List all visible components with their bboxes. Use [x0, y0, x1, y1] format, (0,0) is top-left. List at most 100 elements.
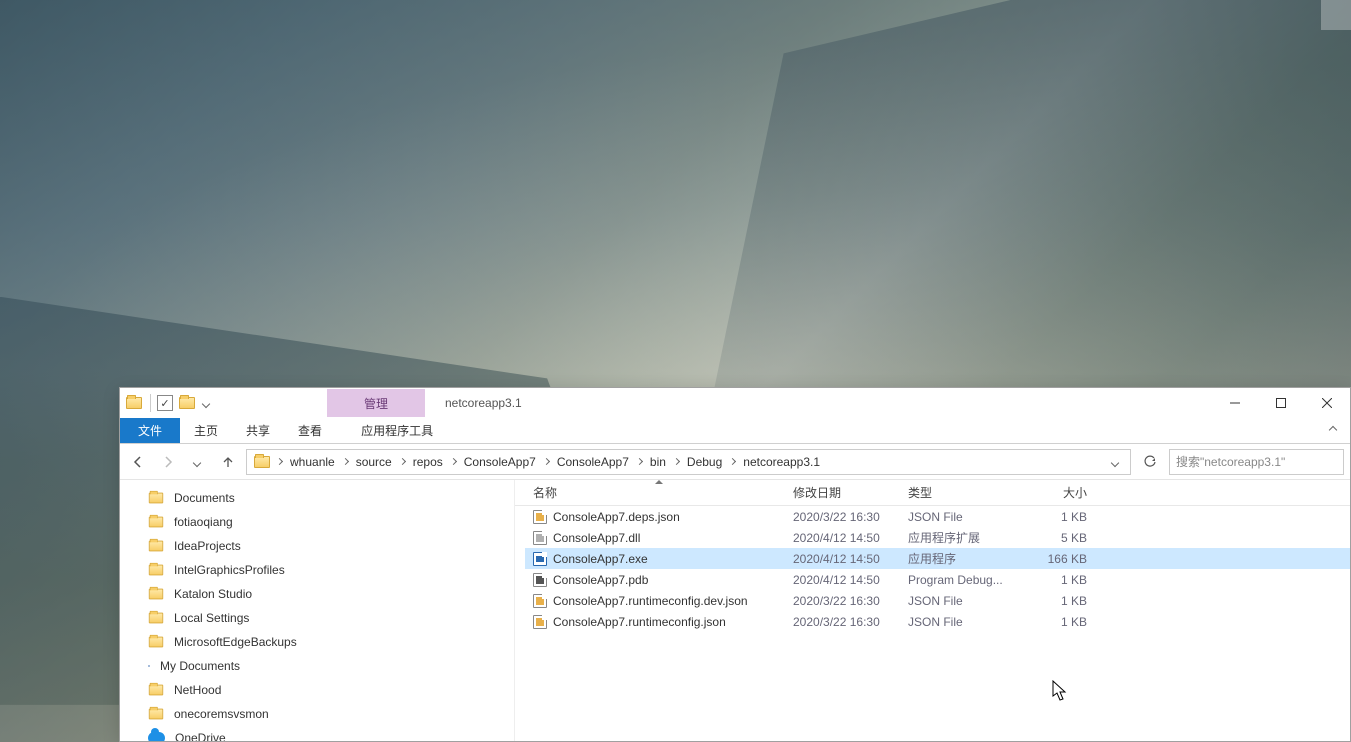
qat-customize-dropdown[interactable] — [202, 400, 210, 408]
nav-item-label: Local Settings — [174, 611, 249, 625]
folder-icon — [149, 565, 163, 576]
breadcrumb-segment[interactable]: source — [350, 450, 398, 474]
file-icon — [533, 594, 547, 608]
column-headers: 名称 修改日期 类型 大小 — [515, 480, 1350, 506]
breadcrumb-segment[interactable]: bin — [644, 450, 672, 474]
nav-item-label: My Documents — [160, 659, 240, 673]
arrow-right-icon — [161, 455, 175, 469]
breadcrumb[interactable]: whuanle source repos ConsoleApp7 ConsoleApp7… — [246, 449, 1131, 475]
folder-icon — [149, 685, 163, 696]
file-row[interactable]: ConsoleApp7.pdb2020/4/12 14:50Program De… — [525, 569, 1350, 590]
file-size: 166 KB — [1020, 548, 1095, 569]
up-button[interactable] — [216, 450, 240, 474]
close-button[interactable] — [1304, 388, 1350, 418]
minimize-button[interactable] — [1212, 388, 1258, 418]
file-row[interactable]: ConsoleApp7.runtimeconfig.dev.json 2020/3… — [525, 590, 1350, 611]
file-icon — [533, 510, 547, 524]
file-date: 2020/3/22 16:30 — [785, 590, 900, 611]
tab-application-tools[interactable]: 应用程序工具 — [347, 418, 447, 443]
file-rows: ConsoleApp7.deps.json2020/3/22 16:30JSON… — [515, 506, 1350, 741]
address-bar: whuanle source repos ConsoleApp7 ConsoleApp7… — [120, 444, 1350, 480]
maximize-button[interactable] — [1258, 388, 1304, 418]
nav-item[interactable]: Local Settings — [120, 606, 514, 630]
nav-item[interactable]: My Documents — [120, 654, 514, 678]
ribbon-tabs: 文件 主页 共享 查看 应用程序工具 — [120, 418, 1350, 444]
file-size: 1 KB — [1020, 569, 1095, 590]
file-name: ConsoleApp7.runtimeconfig.json — [553, 615, 726, 629]
forward-button[interactable] — [156, 450, 180, 474]
file-row[interactable]: ConsoleApp7.runtimeconfig.json 2020/3/22 … — [525, 611, 1350, 632]
nav-item[interactable]: NetHood — [120, 678, 514, 702]
nav-item[interactable]: IntelGraphicsProfiles — [120, 558, 514, 582]
ribbon-expand-button[interactable] — [1318, 418, 1350, 443]
folder-icon — [149, 589, 163, 600]
titlebar[interactable]: ✓ 管理 netcoreapp3.1 — [120, 388, 1350, 418]
qat-properties-button[interactable]: ✓ — [157, 395, 173, 411]
file-name: ConsoleApp7.runtimeconfig.dev.json — [553, 594, 748, 608]
nav-item[interactable]: Katalon Studio — [120, 582, 514, 606]
nav-item[interactable]: Documents — [120, 486, 514, 510]
chevron-down-icon — [193, 458, 201, 466]
arrow-left-icon — [131, 455, 145, 469]
chevron-right-icon — [673, 458, 680, 465]
breadcrumb-segment[interactable]: netcoreapp3.1 — [737, 450, 826, 474]
column-header-type[interactable]: 类型 — [900, 480, 1020, 505]
file-row[interactable]: ConsoleApp7.deps.json2020/3/22 16:30JSON… — [525, 506, 1350, 527]
refresh-icon — [1143, 455, 1157, 469]
nav-item-label: NetHood — [174, 683, 221, 697]
recent-locations-button[interactable] — [186, 450, 210, 474]
file-date: 2020/4/12 14:50 — [785, 548, 900, 569]
back-button[interactable] — [126, 450, 150, 474]
file-size: 1 KB — [1020, 590, 1095, 611]
breadcrumb-dropdown[interactable] — [1104, 458, 1128, 466]
refresh-button[interactable] — [1137, 449, 1163, 475]
chevron-right-icon — [729, 458, 736, 465]
explorer-window: ✓ 管理 netcoreapp3.1 文件 主页 共享 查看 应用程序工具 — [119, 387, 1351, 742]
contextual-tab-manage[interactable]: 管理 — [327, 389, 425, 417]
breadcrumb-segment[interactable]: repos — [407, 450, 449, 474]
app-icon[interactable] — [124, 393, 144, 413]
nav-item-label: fotiaoqiang — [174, 515, 233, 529]
tab-share[interactable]: 共享 — [232, 418, 284, 443]
file-name: ConsoleApp7.exe — [553, 552, 648, 566]
nav-item[interactable]: MicrosoftEdgeBackups — [120, 630, 514, 654]
file-icon — [533, 573, 547, 587]
folder-icon — [149, 517, 163, 528]
nav-item[interactable]: IdeaProjects — [120, 534, 514, 558]
file-date: 2020/4/12 14:50 — [785, 569, 900, 590]
file-row[interactable]: ConsoleApp7.exe2020/4/12 14:50应用程序166 KB — [525, 548, 1350, 569]
separator — [150, 394, 151, 412]
nav-item[interactable]: onecoremsvsmon — [120, 702, 514, 726]
tab-view[interactable]: 查看 — [284, 418, 336, 443]
file-date: 2020/3/22 16:30 — [785, 611, 900, 632]
tab-file[interactable]: 文件 — [120, 418, 180, 443]
folder-icon — [149, 613, 163, 624]
file-icon — [533, 615, 547, 629]
breadcrumb-segment[interactable]: Debug — [681, 450, 728, 474]
breadcrumb-segment[interactable]: ConsoleApp7 — [551, 450, 635, 474]
column-header-size[interactable]: 大小 — [1020, 480, 1095, 505]
qat-new-folder-button[interactable] — [177, 393, 197, 413]
folder-icon — [149, 493, 163, 504]
nav-item[interactable]: fotiaoqiang — [120, 510, 514, 534]
nav-item-label: Katalon Studio — [174, 587, 252, 601]
nav-item[interactable]: OneDrive — [120, 726, 514, 741]
file-type: JSON File — [900, 590, 1020, 611]
column-header-date[interactable]: 修改日期 — [785, 480, 900, 505]
arrow-up-icon — [221, 455, 235, 469]
folder-icon — [126, 397, 142, 409]
breadcrumb-segment[interactable]: whuanle — [284, 450, 341, 474]
column-header-name[interactable]: 名称 — [525, 480, 785, 505]
file-type: JSON File — [900, 611, 1020, 632]
sort-ascending-icon — [655, 480, 663, 484]
search-input[interactable]: 搜索"netcoreapp3.1" — [1169, 449, 1344, 475]
nav-item-label: IntelGraphicsProfiles — [174, 563, 285, 577]
nav-item-label: MicrosoftEdgeBackups — [174, 635, 297, 649]
document-icon — [148, 665, 150, 667]
tab-home[interactable]: 主页 — [180, 418, 232, 443]
file-date: 2020/3/22 16:30 — [785, 506, 900, 527]
chevron-right-icon — [636, 458, 643, 465]
file-row[interactable]: ConsoleApp7.dll2020/4/12 14:50应用程序扩展5 KB — [525, 527, 1350, 548]
breadcrumb-segment[interactable]: ConsoleApp7 — [458, 450, 542, 474]
navigation-pane[interactable]: Documents fotiaoqiang IdeaProjects IntelGra… — [120, 480, 515, 741]
